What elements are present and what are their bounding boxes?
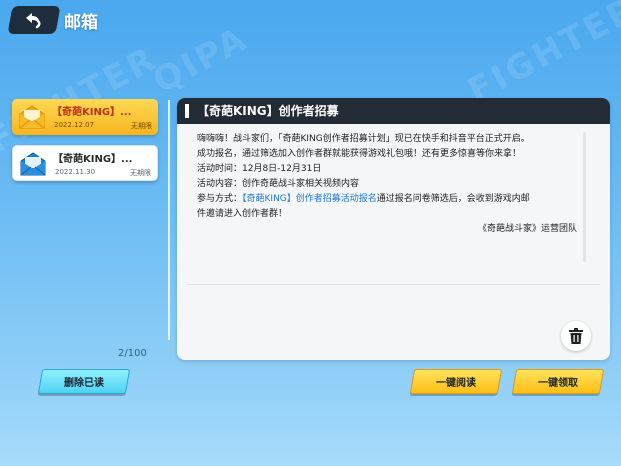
list-scrollbar[interactable] [168, 100, 170, 340]
delete-mail-button[interactable] [561, 321, 591, 351]
mail-count: 2/100 [118, 348, 147, 359]
claim-all-label: 一键领取 [538, 378, 578, 389]
read-all-label: 一键阅读 [436, 378, 476, 389]
mail-detail-title: 【奇葩KING】创作者招募 [177, 98, 610, 124]
back-button[interactable] [7, 6, 61, 34]
mail-line: 活动时间：12月8日-12月31日 [197, 164, 322, 174]
back-arrow-icon [26, 13, 41, 29]
mail-detail-panel: 【奇葩KING】创作者招募 嗨嗨嗨！战斗家们，「奇葩KING创作者招募计划」现已… [177, 98, 610, 360]
delete-read-button[interactable]: 删除已读 [37, 369, 131, 394]
mail-item[interactable]: 【奇葩KING】... 2022.12.07 无期限 [12, 99, 158, 135]
mail-line: 件邀请进入创作者群！ [197, 209, 288, 219]
delete-read-label: 删除已读 [64, 378, 104, 389]
read-all-button[interactable]: 一键阅读 [409, 369, 503, 394]
mail-date: 2022.12.07 [54, 121, 95, 129]
detail-scrollbar[interactable] [583, 132, 586, 262]
mail-expire: 无期限 [131, 122, 152, 130]
mail-line: 活动内容：创作奇葩战斗家相关视频内容 [197, 179, 360, 189]
page-title: 邮箱 [64, 13, 98, 33]
mail-signature: 《奇葩战斗家》运营团队 [477, 224, 577, 234]
mail-line: 嗨嗨嗨！战斗家们，「奇葩KING创作者招募计划」现已在快手和抖音平台正式开启。 [197, 134, 530, 144]
claim-all-button[interactable]: 一键领取 [511, 369, 605, 394]
mail-date: 2022.11.30 [55, 168, 96, 176]
mail-detail-body: 嗨嗨嗨！战斗家们，「奇葩KING创作者招募计划」现已在快手和抖音平台正式开启。 … [197, 132, 597, 237]
mail-subject: 【奇葩KING】... [52, 107, 132, 118]
mail-line: 成功报名，通过筛选加入创作者群就能获得游戏礼包哦！还有更多惊喜等你来拿！ [197, 149, 522, 159]
divider [187, 284, 600, 285]
trash-icon [569, 328, 583, 344]
participate-suffix: 通过报名问卷筛选后，会收到游戏内邮 [376, 194, 530, 204]
envelope-icon [20, 152, 46, 176]
top-bar: 邮箱 [0, 0, 621, 40]
mail-expire: 无期限 [130, 169, 151, 177]
mail-subject: 【奇葩KING】... [53, 154, 133, 165]
signup-link[interactable]: 【奇葩KING】创作者招募活动报名 [242, 194, 377, 204]
participate-prefix: 参与方式： [197, 194, 243, 204]
envelope-icon [19, 105, 45, 129]
mail-item[interactable]: 【奇葩KING】... 2022.11.30 无期限 [12, 145, 158, 181]
mail-line-participate: 参与方式：【奇葩KING】创作者招募活动报名通过报名问卷筛选后，会收到游戏内邮 [197, 192, 597, 207]
